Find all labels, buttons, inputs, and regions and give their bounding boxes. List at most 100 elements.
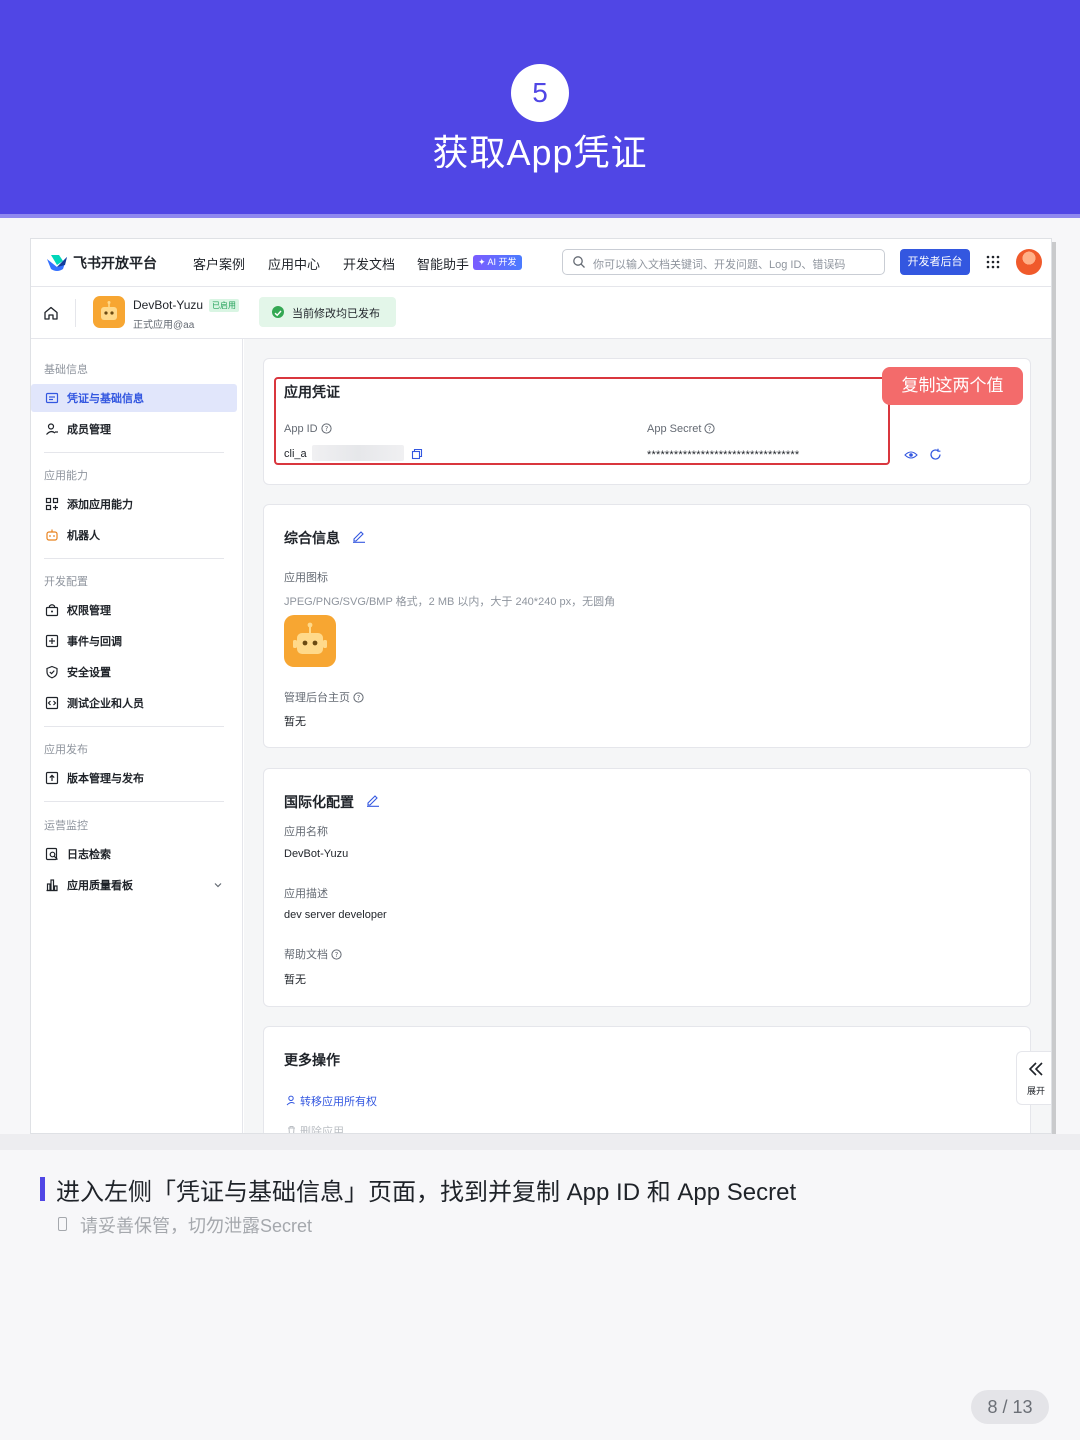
sidebar-item-bot[interactable]: 机器人 [31,521,237,549]
nav-ai-assistant[interactable]: 智能助手 [417,254,469,273]
sidebar-item-add-capability[interactable]: 添加应用能力 [31,490,237,518]
apps-plus-icon [45,497,59,511]
sidebar-item-label: 测试企业和人员 [67,698,144,710]
sidebar-item-label: 机器人 [67,530,100,542]
more-actions-title: 更多操作 [284,1052,340,1068]
more-actions-card: 更多操作 转移应用所有权 删除应用 [263,1026,1031,1133]
sidebar-item-label: 权限管理 [67,605,111,617]
highlight-box [274,377,890,465]
caption-warning: 请妥善保管，切勿泄露Secret [80,1216,313,1236]
phone-icon [58,1217,67,1231]
check-circle-icon [272,306,284,318]
double-chevron-left-icon [1028,1062,1043,1076]
sidebar-item-events[interactable]: 事件与回调 [31,627,237,655]
svg-text:?: ? [335,951,339,959]
sidebar-section-dev-config: 开发配置 [44,576,88,588]
robot-icon [293,622,327,654]
user-avatar[interactable] [1016,249,1042,275]
app-owner: 正式应用@aa [133,320,195,331]
credentials-card: 应用凭证 App ID? cli_a App Secret? *********… [263,358,1031,485]
feishu-logo-icon [47,255,67,271]
search-input[interactable]: 你可以输入文档关键词、开发问题、Log ID、错误码 [562,249,885,275]
help-doc-label: 帮助文档? [284,946,342,962]
banner-divider [0,214,1080,218]
app-desc-label: 应用描述 [284,888,328,900]
header-banner: 5 获取App凭证 [0,0,1080,214]
sidebar-item-label: 日志检索 [67,849,111,861]
annotation-callout: 复制这两个值 [882,367,1023,405]
sidebar-section-capabilities: 应用能力 [44,470,88,482]
main-content: 应用凭证 App ID? cli_a App Secret? *********… [244,339,1051,1133]
general-info-card: 综合信息 应用图标 JPEG/PNG/SVG/BMP 格式，2 MB 以内，大于… [263,504,1031,748]
expand-label: 展开 [1026,1086,1045,1096]
event-plus-icon [45,634,59,648]
app-header-bar: DevBot-Yuzu 已启用 正式应用@aa 当前修改均已发布 [31,287,1051,339]
id-card-icon [45,392,59,404]
sidebar-item-label: 成员管理 [67,424,111,436]
appbar-separator [75,299,76,327]
caption-instruction: 进入左侧「凭证与基础信息」页面，找到并复制 App ID 和 App Secre… [56,1179,797,1206]
status-badge: 已启用 [209,299,239,312]
sidebar-divider [44,558,224,559]
help-doc-value: 暂无 [284,974,306,986]
chevron-down-icon[interactable] [213,880,223,890]
home-icon[interactable] [43,305,59,321]
help-icon[interactable]: ? [331,949,342,960]
edit-icon[interactable] [352,529,366,543]
sidebar-item-logs[interactable]: 日志检索 [31,840,237,868]
sidebar-item-label: 安全设置 [67,667,111,679]
sidebar-section-basic: 基础信息 [44,364,88,376]
page-indicator: 8 / 13 [971,1390,1049,1424]
help-icon[interactable]: ? [353,692,364,703]
refresh-icon[interactable] [929,448,942,461]
search-placeholder: 你可以输入文档关键词、开发问题、Log ID、错误码 [593,259,846,271]
user-icon [46,423,58,435]
code-box-icon [45,696,59,710]
sidebar-item-label: 凭证与基础信息 [67,393,144,405]
user-transfer-icon [286,1095,295,1106]
delete-app-link[interactable]: 删除应用 [286,1123,344,1133]
feishu-console-screenshot: 飞书开放平台 客户案例 应用中心 开发文档 智能助手 ✦ AI 开发 你可以输入… [30,238,1052,1134]
publish-status-pill: 当前修改均已发布 [259,297,396,327]
sidebar-section-release: 应用发布 [44,744,88,756]
app-desc-value: dev server developer [284,909,387,921]
expand-panel-button[interactable]: 展开 [1016,1051,1051,1105]
caption-accent-bar [40,1177,45,1201]
sidebar-item-label: 事件与回调 [67,636,122,648]
sidebar-item-test-tenants[interactable]: 测试企业和人员 [31,689,237,717]
sidebar-item-credentials[interactable]: 凭证与基础信息 [31,384,237,412]
nav-dev-docs[interactable]: 开发文档 [343,254,395,273]
upload-box-icon [45,771,59,785]
sidebar-divider [44,452,224,453]
sidebar-divider [44,801,224,802]
sidebar: 基础信息 凭证与基础信息 成员管理 应用能力 添加应用能力 机器人 开发配置 权… [31,339,243,1133]
homepage-label: 管理后台主页? [284,689,364,705]
eye-icon[interactable] [904,449,918,461]
homepage-value: 暂无 [284,716,306,728]
transfer-ownership-link[interactable]: 转移应用所有权 [286,1093,377,1109]
app-icon-upload[interactable] [284,615,336,667]
shield-icon [46,665,58,679]
i18n-title: 国际化配置 [284,794,354,810]
robot-icon [46,529,58,541]
edit-icon[interactable] [366,793,380,807]
robot-icon [101,301,117,320]
sidebar-item-members[interactable]: 成员管理 [31,415,237,443]
platform-brand[interactable]: 飞书开放平台 [73,253,157,273]
sidebar-item-versions[interactable]: 版本管理与发布 [31,764,237,792]
i18n-card: 国际化配置 应用名称 DevBot-Yuzu 应用描述 dev server d… [263,768,1031,1007]
ai-dev-badge: ✦ AI 开发 [473,255,522,270]
app-grid-icon[interactable] [985,254,1001,270]
bar-chart-icon [46,879,58,892]
nav-customer-cases[interactable]: 客户案例 [193,254,245,273]
nav-app-center[interactable]: 应用中心 [268,254,320,273]
search-icon [573,256,585,268]
app-name-value: DevBot-Yuzu [284,848,349,860]
sidebar-item-quality[interactable]: 应用质量看板 [31,871,237,899]
developer-console-button[interactable]: 开发者后台 [900,249,970,275]
publish-status-text: 当前修改均已发布 [292,308,380,320]
sidebar-item-security[interactable]: 安全设置 [31,658,237,686]
sidebar-section-monitoring: 运营监控 [44,820,88,832]
sidebar-item-permissions[interactable]: 权限管理 [31,596,237,624]
app-avatar[interactable] [93,296,125,328]
